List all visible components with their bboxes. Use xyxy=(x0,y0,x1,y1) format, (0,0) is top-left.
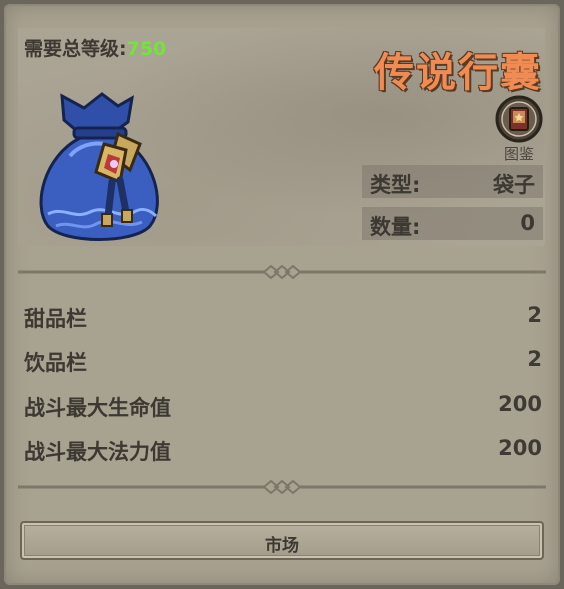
attribute-value: 200 xyxy=(498,436,542,460)
attribute-row: 甜品栏 2 xyxy=(24,301,542,333)
market-button[interactable]: 市场 xyxy=(20,521,544,560)
codex-label[interactable]: 图鉴 xyxy=(498,143,540,164)
attribute-label: 饮品栏 xyxy=(24,351,87,375)
blue-pouch-icon xyxy=(39,92,159,241)
item-quantity-value: 0 xyxy=(520,211,535,235)
item-quantity-label: 数量: xyxy=(370,215,421,239)
attribute-row: 战斗最大生命值 200 xyxy=(24,390,542,422)
attribute-label: 战斗最大法力值 xyxy=(24,440,171,464)
ornament-divider xyxy=(18,265,546,279)
level-requirement-value: 750 xyxy=(126,38,167,60)
ornament-divider xyxy=(18,480,546,494)
attribute-value: 2 xyxy=(527,303,542,327)
attribute-label: 甜品栏 xyxy=(24,307,87,331)
level-requirement: 需要总等级:750 xyxy=(24,34,166,61)
attribute-value: 200 xyxy=(498,392,542,416)
item-quantity-row: 数量: 0 xyxy=(362,207,543,240)
item-type-row: 类型: 袋子 xyxy=(362,165,543,198)
attribute-row: 战斗最大法力值 200 xyxy=(24,434,542,466)
codex-book-icon[interactable] xyxy=(494,94,544,144)
item-type-label: 类型: xyxy=(370,173,421,197)
attribute-row: 饮品栏 2 xyxy=(24,345,542,377)
market-button-label: 市场 xyxy=(265,536,299,556)
level-requirement-label: 需要总等级: xyxy=(24,38,127,60)
item-type-value: 袋子 xyxy=(493,173,535,197)
item-title: 传说行囊 xyxy=(374,50,542,96)
attribute-label: 战斗最大生命值 xyxy=(24,396,171,420)
attribute-value: 2 xyxy=(527,347,542,371)
